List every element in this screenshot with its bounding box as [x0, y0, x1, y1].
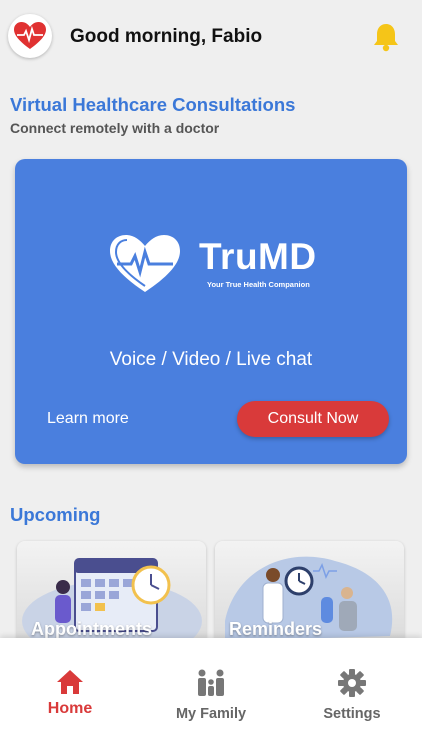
- appointments-tile[interactable]: Appointments: [17, 541, 206, 651]
- gear-icon: [338, 669, 366, 697]
- trumd-logo: TruMD Your True Health Companion: [107, 232, 317, 302]
- appointments-label: Appointments: [31, 619, 152, 639]
- section-title: Virtual Healthcare Consultations: [10, 94, 296, 115]
- consult-now-button[interactable]: Consult Now: [237, 401, 389, 437]
- reminders-label: Reminders: [229, 619, 323, 639]
- consult-modes-text: Voice / Video / Live chat: [109, 349, 313, 370]
- upcoming-title: Upcoming: [10, 504, 101, 525]
- nav-item-home[interactable]: Home: [0, 668, 140, 718]
- greeting-text: Good morning, Fabio: [70, 26, 263, 47]
- heart-pulse-icon: [14, 22, 46, 49]
- app-header: Good morning, Fabio: [0, 0, 422, 76]
- nav-item-my-family[interactable]: My Family: [141, 668, 281, 722]
- reminders-tile[interactable]: Reminders: [215, 541, 404, 651]
- nav-label-settings: Settings: [323, 706, 381, 722]
- nav-item-settings[interactable]: Settings: [282, 668, 422, 722]
- section-subtitle: Connect remotely with a doctor: [10, 120, 220, 136]
- learn-more-link[interactable]: Learn more: [47, 410, 129, 428]
- home-icon: [57, 670, 83, 694]
- brand-tagline: Your True Health Companion: [207, 280, 310, 289]
- nav-label-home: Home: [47, 700, 93, 717]
- avatar[interactable]: [8, 14, 52, 58]
- brand-name: TruMD: [199, 236, 317, 277]
- bottom-navigation: Home My Family Settings: [0, 638, 422, 750]
- promo-card[interactable]: TruMD Your True Health Companion Voice /…: [15, 159, 407, 464]
- nav-label-my-family: My Family: [175, 706, 247, 722]
- bell-icon[interactable]: [372, 22, 400, 52]
- heart-logo-icon: [110, 235, 180, 292]
- family-icon: [198, 669, 224, 696]
